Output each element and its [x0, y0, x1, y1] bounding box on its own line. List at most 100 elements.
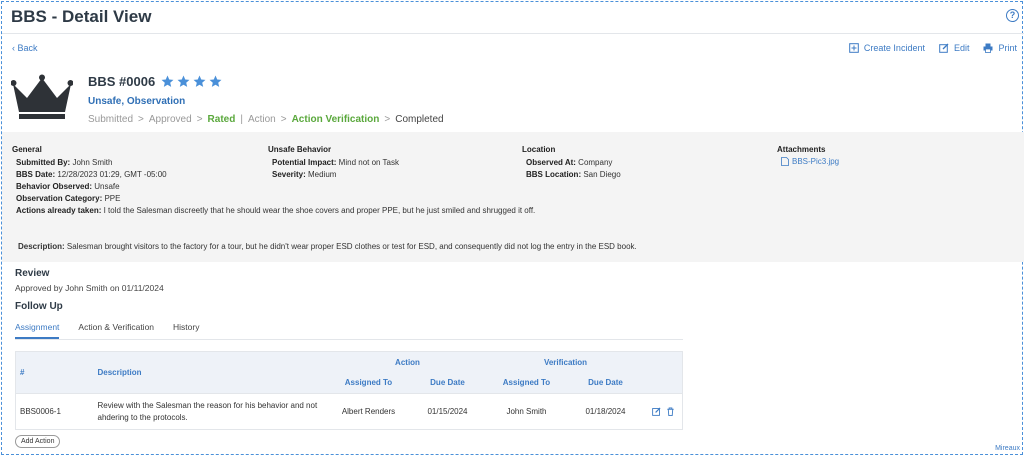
star-icon	[193, 75, 206, 87]
unsafe-behavior-section: Unsafe Behavior Potential Impact: Mind n…	[268, 145, 399, 181]
record-id: BBS #0006	[88, 74, 156, 89]
col-description: Description	[93, 351, 329, 394]
edit-icon	[939, 43, 949, 53]
field-value: 12/28/2023 01:29, GMT -05:00	[55, 170, 167, 179]
app-frame: BBS - Detail View ? ‹ Back Create Incide…	[1, 1, 1024, 455]
tab-history[interactable]: History	[173, 322, 199, 339]
edit-button[interactable]: Edit	[939, 43, 970, 53]
field-label: Observed At:	[526, 158, 576, 167]
field-row: Observation Category: PPE	[12, 193, 535, 205]
cell-verif-due: 01/18/2024	[566, 393, 645, 430]
col-actions	[644, 351, 683, 394]
attachment-link[interactable]: BBS-Pic3.jpg	[777, 157, 839, 166]
back-link[interactable]: ‹ Back	[12, 43, 38, 53]
rating-stars	[161, 75, 222, 88]
record-header: BBS #0006	[88, 74, 222, 89]
watermark: Mireaux	[995, 445, 1020, 452]
attachments-heading: Attachments	[777, 145, 826, 154]
tab-assignment[interactable]: Assignment	[15, 322, 60, 339]
printer-icon	[983, 43, 993, 53]
tab-action-verification[interactable]: Action & Verification	[78, 322, 154, 339]
field-row: Behavior Observed: Unsafe	[12, 181, 535, 193]
workflow-step: Approved	[148, 114, 192, 125]
field-label: BBS Date:	[16, 170, 56, 179]
toolbar: Create Incident Edit Print	[849, 43, 1017, 53]
field-value: Mind not on Task	[336, 158, 400, 167]
file-icon	[781, 157, 789, 166]
workflow-step: Submitted	[88, 114, 134, 125]
location-section: Location Observed At: Company BBS Locatio…	[522, 145, 621, 181]
edit-row-icon[interactable]	[651, 407, 661, 416]
workflow-status: Submitted > Approved > Rated | Action > Action V…	[88, 114, 444, 125]
field-label: Potential Impact:	[272, 158, 337, 167]
description-value: Salesman brought visitors to the factory…	[66, 242, 637, 251]
edit-label: Edit	[953, 43, 970, 53]
attachments-section: Attachments BBS-Pic3.jpg	[777, 145, 839, 166]
cell-action-assigned: Albert Renders	[328, 393, 409, 430]
col-group-verification: Verification	[486, 351, 645, 373]
field-value: San Diego	[581, 170, 621, 179]
cell-description: Review with the Salesman the reason for …	[93, 393, 329, 430]
trash-icon[interactable]	[666, 407, 675, 416]
workflow-step: Action Verification	[291, 114, 380, 125]
field-row: BBS Location: San Diego	[522, 169, 621, 181]
field-row: Severity: Medium	[268, 169, 399, 181]
col-verif-due: Due Date	[566, 372, 645, 394]
cell-action-due: 01/15/2024	[408, 393, 487, 430]
follow-up-heading: Follow Up	[15, 301, 63, 312]
review-heading: Review	[15, 268, 50, 279]
plus-square-icon	[849, 43, 859, 53]
col-action-assigned: Assigned To	[328, 372, 409, 394]
assignment-table: # Description Action Verification Assign…	[15, 351, 683, 430]
description-label: Description:	[18, 242, 65, 251]
workflow-separator: >	[280, 114, 287, 125]
field-value: I told the Salesman discreetly that he s…	[101, 206, 536, 215]
record-type: Unsafe, Observation	[88, 96, 186, 107]
workflow-step: Action	[247, 114, 276, 125]
back-label: Back	[17, 43, 38, 53]
col-number: #	[15, 351, 94, 394]
workflow-step: Rated	[207, 114, 236, 125]
star-icon	[161, 75, 174, 87]
field-label: Observation Category:	[16, 194, 103, 203]
create-incident-button[interactable]: Create Incident	[849, 43, 925, 53]
print-label: Print	[998, 43, 1017, 53]
print-button[interactable]: Print	[983, 43, 1017, 53]
workflow-separator: |	[240, 114, 243, 125]
field-label: Behavior Observed:	[16, 182, 93, 191]
review-text: Approved by John Smith on 01/11/2024	[15, 283, 164, 293]
star-icon	[177, 75, 190, 87]
crown-icon	[11, 74, 73, 119]
location-heading: Location	[522, 145, 556, 154]
create-incident-label: Create Incident	[863, 43, 925, 53]
field-value: Unsafe	[92, 182, 120, 191]
field-row: Potential Impact: Mind not on Task	[268, 157, 399, 169]
field-row: Actions already taken: I told the Salesm…	[12, 205, 535, 217]
field-label: BBS Location:	[526, 170, 582, 179]
unsafe-behavior-heading: Unsafe Behavior	[268, 145, 332, 154]
table-row: BBS0006-1 Review with the Salesman the re…	[15, 393, 683, 430]
workflow-separator: >	[384, 114, 391, 125]
help-icon[interactable]: ?	[1006, 9, 1019, 22]
workflow-step: Completed	[395, 114, 444, 125]
attachment-filename: BBS-Pic3.jpg	[792, 157, 840, 166]
add-action-button[interactable]: Add Action	[15, 435, 61, 448]
follow-up-tabs: Assignment Action & Verification History	[15, 322, 683, 340]
info-panel: General Submitted By: John Smith BBS Date…	[2, 132, 1024, 262]
col-action-due: Due Date	[408, 372, 487, 394]
field-row: Observed At: Company	[522, 157, 621, 169]
field-value: John Smith	[70, 158, 113, 167]
star-icon	[209, 75, 222, 87]
cell-number: BBS0006-1	[15, 393, 94, 430]
cell-verif-assigned: John Smith	[486, 393, 567, 430]
workflow-separator: >	[138, 114, 144, 125]
field-label: Severity:	[272, 170, 306, 179]
field-label: Actions already taken:	[16, 206, 102, 215]
page-title: BBS - Detail View	[11, 7, 152, 26]
cell-row-actions	[644, 393, 683, 430]
field-value: PPE	[102, 194, 121, 203]
description: Description: Salesman brought visitors t…	[18, 242, 637, 251]
title-bar: BBS - Detail View ?	[2, 2, 1024, 34]
workflow-separator: >	[196, 114, 203, 125]
field-value: Company	[575, 158, 613, 167]
